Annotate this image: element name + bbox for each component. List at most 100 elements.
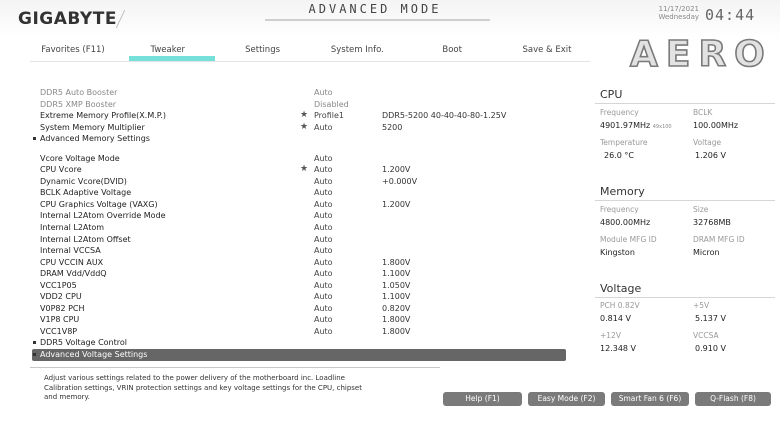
setting-label: DDR5 XMP Booster	[40, 99, 117, 109]
setting-row-vcc1v8p[interactable]: VCC1V8P Auto 1.800V	[32, 326, 572, 338]
setting-value: Auto	[314, 122, 333, 132]
setting-current-value: 1.100V	[382, 292, 411, 302]
setting-row-bclk-adaptive-voltage[interactable]: BCLK Adaptive Voltage Auto	[32, 187, 572, 199]
tab-tweaker[interactable]: Tweaker	[125, 44, 215, 62]
submenu-ddr5-voltage-control[interactable]: DDR5 Voltage Control	[32, 337, 572, 349]
setting-current-value: 1.800V	[382, 315, 411, 325]
qflash-button[interactable]: Q-Flash (F8)	[695, 392, 771, 406]
pch-voltage-label: PCH 0.82V	[600, 301, 640, 310]
setting-label: System Memory Multiplier	[40, 122, 145, 132]
setting-label: VDD2 CPU	[40, 292, 82, 302]
setting-row-vdd2-cpu[interactable]: VDD2 CPU Auto 1.100V	[32, 291, 572, 303]
p12v-value: 12.348 V	[600, 344, 637, 353]
submenu-advanced-voltage-settings[interactable]: Advanced Voltage Settings	[32, 349, 566, 361]
p5v-label: +5V	[693, 301, 710, 310]
setting-row-cpu-vccin-aux[interactable]: CPU VCCIN AUX Auto 1.800V	[32, 257, 572, 269]
setting-value: Profile1	[314, 111, 344, 121]
cpu-section-title: CPU	[600, 88, 623, 101]
submenu-label: DDR5 Voltage Control	[40, 338, 127, 348]
setting-label: Internal L2Atom	[40, 223, 105, 233]
settings-list: DDR5 Auto Booster Auto DDR5 XMP Booster …	[32, 87, 572, 361]
bottom-button-bar: Help (F1) Easy Mode (F2) Smart Fan 6 (F6…	[443, 392, 771, 406]
setting-current-value: 5200	[382, 122, 403, 132]
memory-size-label: Size	[693, 205, 709, 214]
setting-label: Internal VCCSA	[40, 246, 101, 256]
pch-voltage-value: 0.814 V	[600, 314, 631, 323]
date-text: 11/17/2021	[658, 5, 699, 13]
setting-current-value: +0.000V	[382, 176, 418, 186]
setting-row-v1p8-cpu[interactable]: V1P8 CPU Auto 1.800V	[32, 314, 572, 326]
easy-mode-button[interactable]: Easy Mode (F2)	[528, 392, 605, 406]
cpu-multiplier: 49x100	[652, 124, 672, 130]
cpu-voltage-label: Voltage	[693, 138, 722, 147]
mode-title-underline	[265, 19, 490, 21]
tab-label: Favorites (F11)	[41, 45, 105, 55]
setting-value: Auto	[314, 153, 333, 163]
setting-row-vcc1p05[interactable]: VCC1P05 Auto 1.050V	[32, 280, 572, 292]
logo-divider	[115, 10, 126, 28]
tab-save-exit[interactable]: Save & Exit	[504, 44, 590, 58]
help-button[interactable]: Help (F1)	[443, 392, 522, 406]
setting-label: CPU Vcore	[40, 165, 82, 175]
top-bar: GIGABYTE ADVANCED MODE 11/17/2021 Wednes…	[0, 0, 780, 38]
weekday-text: Wednesday	[658, 13, 699, 21]
submenu-advanced-memory-settings[interactable]: Advanced Memory Settings	[32, 133, 572, 145]
setting-value: Auto	[314, 269, 333, 279]
memory-frequency-value: 4800.00MHz	[600, 218, 651, 227]
setting-value: Auto	[314, 315, 333, 325]
setting-row-cpu-graphics-voltage[interactable]: CPU Graphics Voltage (VAXG) Auto 1.200V	[32, 199, 572, 211]
tab-bar: Favorites (F11) Tweaker Settings System …	[30, 44, 590, 62]
favorite-star-icon: ★	[300, 121, 309, 132]
setting-row-l2atom-override-mode[interactable]: Internal L2Atom Override Mode Auto	[32, 210, 572, 222]
setting-label: Extreme Memory Profile(X.M.P.)	[40, 111, 167, 121]
setting-row-dynamic-vcore[interactable]: Dynamic Vcore(DVID) Auto +0.000V	[32, 176, 572, 188]
tab-favorites[interactable]: Favorites (F11)	[30, 44, 116, 58]
date-display: 11/17/2021 Wednesday	[654, 5, 699, 21]
dram-mfg-value: Micron	[693, 248, 720, 257]
setting-row-xmp-profile[interactable]: Extreme Memory Profile(X.M.P.) ★ Profile…	[32, 110, 572, 122]
setting-value: Auto	[314, 188, 333, 198]
tab-boot[interactable]: Boot	[409, 44, 495, 58]
bclk-label: BCLK	[693, 108, 713, 117]
tab-system-info[interactable]: System Info.	[314, 44, 400, 58]
setting-row-ddr5-xmp-booster[interactable]: DDR5 XMP Booster Disabled	[32, 99, 572, 111]
tab-settings[interactable]: Settings	[220, 44, 306, 58]
setting-label: CPU VCCIN AUX	[40, 257, 104, 267]
setting-current-value: 1.800V	[382, 326, 411, 336]
p5v-value: 5.137 V	[695, 314, 726, 323]
setting-value: Auto	[314, 257, 333, 267]
setting-value: Auto	[314, 292, 333, 302]
tab-label: Settings	[245, 45, 281, 55]
module-mfg-label: Module MFG ID	[600, 235, 657, 244]
setting-row-dram-vdd-vddq[interactable]: DRAM Vdd/VddQ Auto 1.100V	[32, 268, 572, 280]
cpu-temperature-value: 26.0 °C	[604, 151, 634, 160]
setting-row-vcore-voltage-mode[interactable]: Vcore Voltage Mode Auto	[32, 153, 572, 165]
setting-row-internal-vccsa[interactable]: Internal VCCSA Auto	[32, 245, 572, 257]
setting-label: V0P82 PCH	[40, 303, 85, 313]
clock: 04:44	[705, 6, 756, 24]
smart-fan-button[interactable]: Smart Fan 6 (F6)	[611, 392, 689, 406]
help-divider	[30, 367, 440, 368]
cpu-section-rule	[595, 103, 775, 104]
cpu-frequency-label: Frequency	[600, 108, 639, 117]
setting-current-value: 0.820V	[382, 303, 411, 313]
setting-label: Internal L2Atom Override Mode	[40, 211, 166, 221]
cpu-frequency-text: 4901.97MHz	[600, 121, 651, 130]
memory-size-value: 32768MB	[693, 218, 731, 227]
setting-label: VCC1V8P	[40, 326, 78, 336]
setting-row-ddr5-auto-booster[interactable]: DDR5 Auto Booster Auto	[32, 87, 572, 99]
tab-divider	[30, 61, 590, 62]
setting-row-internal-l2atom[interactable]: Internal L2Atom Auto	[32, 222, 572, 234]
aero-logo: AERO	[629, 33, 773, 76]
cpu-frequency-value: 4901.97MHz 49x100	[600, 121, 672, 130]
setting-row-v0p82-pch[interactable]: V0P82 PCH Auto 0.820V	[32, 303, 572, 315]
memory-section-title: Memory	[600, 185, 645, 198]
voltage-section-title: Voltage	[600, 282, 642, 295]
setting-row-l2atom-offset[interactable]: Internal L2Atom Offset Auto	[32, 234, 572, 246]
setting-row-cpu-vcore[interactable]: CPU Vcore ★ Auto 1.200V	[32, 164, 572, 176]
mode-title: ADVANCED MODE	[308, 2, 442, 16]
setting-row-memory-multiplier[interactable]: System Memory Multiplier ★ Auto 5200	[32, 122, 572, 134]
setting-label: Internal L2Atom Offset	[40, 234, 131, 244]
tab-label: System Info.	[330, 45, 384, 55]
cpu-voltage-value: 1.206 V	[695, 151, 726, 160]
